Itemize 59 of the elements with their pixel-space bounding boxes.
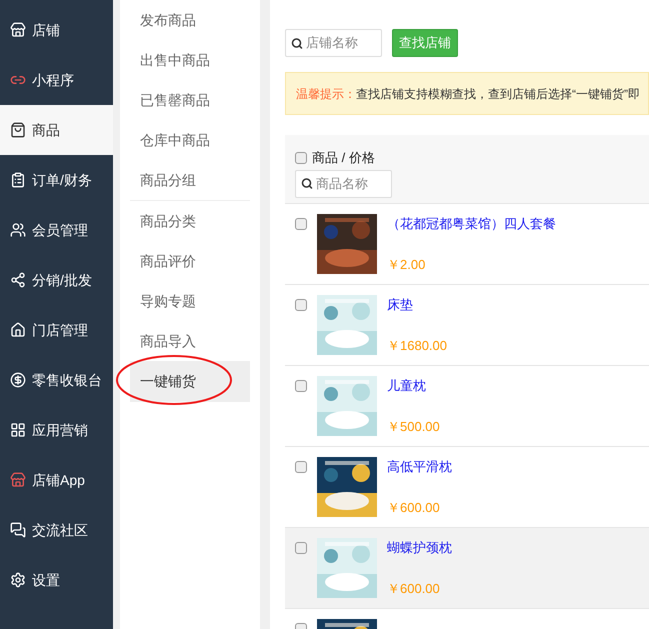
users-icon <box>10 222 26 238</box>
sidebar-item[interactable]: 应用营销 <box>0 405 113 455</box>
submenu-item[interactable]: 一键铺货 <box>130 361 250 401</box>
sidebar-item[interactable]: 门店管理 <box>0 305 113 355</box>
notice-text: 查找店铺支持模糊查找，查到店铺后选择“一键铺货”即 <box>356 86 640 102</box>
coin-icon <box>10 372 26 388</box>
store-name-input[interactable]: 店铺名称 <box>306 33 376 53</box>
product-price: ￥600.00 <box>387 498 441 516</box>
sidebar-item[interactable]: 店铺 <box>0 5 113 55</box>
sidebar-item[interactable]: 商品 <box>0 105 113 155</box>
submenu-item[interactable]: 出售中商品 <box>130 40 250 80</box>
submenu-item[interactable]: 发布商品 <box>130 0 250 40</box>
sidebar-item[interactable]: 店铺App <box>0 455 113 505</box>
search-icon <box>301 177 313 190</box>
house-icon <box>10 322 26 338</box>
grid-icon <box>10 422 26 438</box>
product-name-input[interactable]: 商品名称 <box>316 174 386 194</box>
clipboard-icon <box>10 172 26 188</box>
product-title[interactable]: 高低平滑枕 <box>387 457 452 476</box>
sidebar-item[interactable]: 订单/财务 <box>0 155 113 205</box>
submenu-item[interactable]: 商品分类 <box>130 201 250 241</box>
product-price: ￥1680.00 <box>387 336 447 354</box>
submenu-item[interactable]: 导购专题 <box>130 281 250 321</box>
settings-icon <box>10 572 26 588</box>
submenu-item[interactable]: 商品分组 <box>130 160 250 200</box>
submenu-item[interactable]: 仓库中商品 <box>130 120 250 160</box>
chat-icon <box>10 522 26 538</box>
submenu-item[interactable]: 已售罄商品 <box>130 80 250 120</box>
checkbox[interactable] <box>295 152 307 164</box>
product-price: ￥600.00 <box>387 580 441 598</box>
sidebar-item[interactable]: 分销/批发 <box>0 255 113 305</box>
checkbox[interactable] <box>295 542 307 554</box>
product-search-field[interactable]: 商品名称 <box>295 170 392 198</box>
sidebar-item[interactable]: 会员管理 <box>0 205 113 255</box>
product-price: ￥2.00 <box>387 256 426 274</box>
product-row[interactable]: 蝴蝶护颈枕 ￥600.00 <box>285 527 649 608</box>
checkbox[interactable] <box>295 299 307 311</box>
product-title[interactable]: 儿童枕 <box>387 376 440 396</box>
submenu-item[interactable]: 商品评价 <box>130 241 250 281</box>
column-header: 商品 / 价格 <box>312 149 375 167</box>
share-icon <box>10 272 26 288</box>
product-title[interactable]: 蝴蝶护颈枕 <box>387 538 452 558</box>
store-icon <box>10 472 26 488</box>
store-icon <box>10 22 26 38</box>
product-title[interactable]: （花都冠都粤菜馆）四人套餐 <box>387 214 556 234</box>
notice-label: 温馨提示： <box>296 86 356 102</box>
checkbox[interactable] <box>295 218 307 230</box>
submenu-item[interactable]: 商品导入 <box>130 321 250 361</box>
bag-icon <box>10 122 26 138</box>
sidebar-item[interactable]: 设置 <box>0 555 113 605</box>
sidebar-item[interactable]: 交流社区 <box>0 505 113 555</box>
search-icon <box>291 36 303 50</box>
sidebar-item[interactable]: 零售收银台 <box>0 355 113 405</box>
checkbox[interactable] <box>295 380 307 392</box>
store-search-field[interactable]: 店铺名称 <box>285 29 382 57</box>
product-title[interactable]: 床垫 <box>387 295 447 314</box>
checkbox[interactable] <box>295 461 307 473</box>
product-price: ￥500.00 <box>387 418 440 436</box>
sidebar-item[interactable]: 小程序 <box>0 55 113 105</box>
